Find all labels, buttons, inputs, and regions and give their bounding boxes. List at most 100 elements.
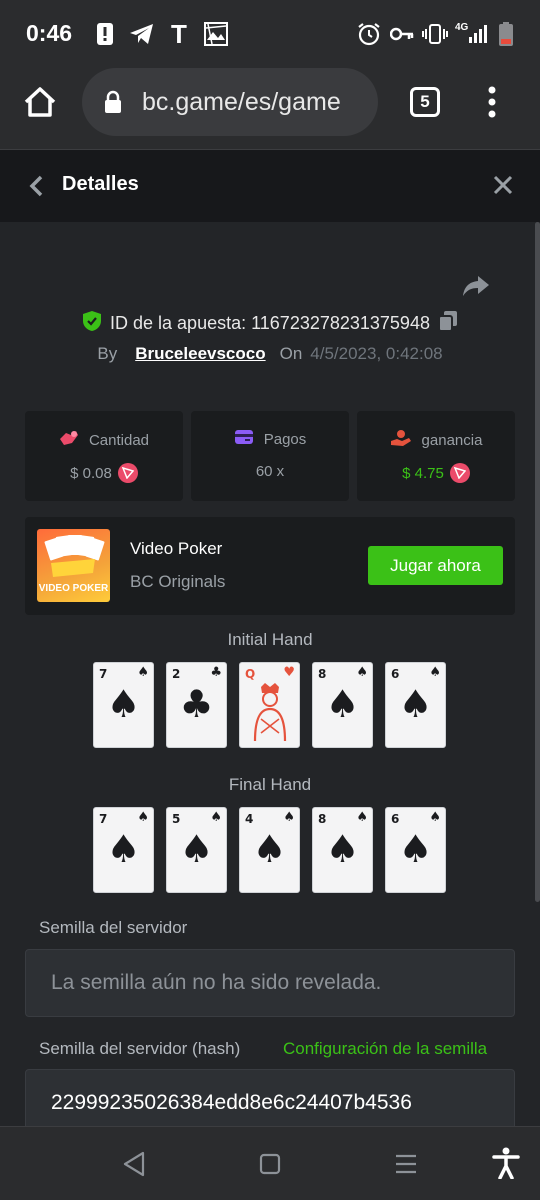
card-rank: 6	[391, 812, 400, 826]
card-suit-center: ♠	[252, 827, 287, 871]
playing-card: 2 ♣ ♣	[166, 662, 227, 748]
network-label: 4G	[455, 22, 469, 33]
card-rank: 8	[318, 667, 327, 681]
card-suit-center: ♠	[398, 682, 433, 726]
card-suit-corner: ♠	[210, 810, 222, 825]
card-suit-corner: ♠	[356, 665, 368, 680]
system-nav-bar	[0, 1126, 540, 1200]
card-rank: 4	[245, 812, 254, 826]
server-seed-hash-field[interactable]: 22999235026384edd8e6c24407b4536	[25, 1069, 515, 1126]
game-card: VIDEO POKER Video Poker BC Originals Jug…	[25, 517, 515, 615]
server-seed-label: Semilla del servidor	[39, 918, 188, 937]
details-header: Detalles	[0, 150, 540, 222]
battery-icon	[498, 20, 514, 48]
share-icon[interactable]	[462, 274, 490, 298]
card-suit-center: ♠	[106, 827, 141, 871]
stat-value: 60 x	[255, 463, 285, 480]
details-content: ID de la apuesta: 116723278231375948 By …	[0, 222, 540, 1126]
playing-card: Q ♥	[239, 662, 300, 748]
telegram-icon	[128, 20, 156, 48]
alarm-icon	[357, 20, 381, 48]
home-icon[interactable]	[22, 84, 58, 120]
playing-card: 8 ♠ ♠	[312, 662, 373, 748]
card-rank: 7	[99, 812, 108, 826]
card-suit-center: ♣	[179, 682, 214, 726]
stat-value: $ 0.08	[70, 464, 112, 482]
play-now-button[interactable]: Jugar ahora	[368, 546, 503, 585]
queen-face-icon	[253, 683, 287, 742]
ganancia-icon	[390, 429, 412, 451]
url-text[interactable]: bc.game/es/game	[142, 88, 372, 117]
bet-datetime: 4/5/2023, 0:42:08	[310, 344, 443, 363]
playing-card: 4 ♠ ♠	[239, 807, 300, 893]
status-bar: 0:46 T 4G	[0, 0, 540, 66]
playing-card: 7 ♠ ♠	[93, 807, 154, 893]
game-name: Video Poker	[130, 539, 223, 558]
server-seed-field[interactable]: La semilla aún no ha sido revelada.	[25, 949, 515, 1017]
card-suit-corner: ♠	[137, 665, 149, 680]
t-icon: T	[171, 18, 187, 49]
card-suit-corner: ♠	[429, 665, 441, 680]
close-icon[interactable]	[492, 174, 514, 196]
trx-coin-icon	[449, 463, 470, 483]
server-seed-hash-label: Semilla del servidor (hash)	[39, 1039, 241, 1058]
card-suit-corner: ♠	[137, 810, 149, 825]
accessibility-icon[interactable]	[492, 1147, 520, 1184]
lock-icon	[104, 90, 122, 119]
by-label: By	[97, 344, 118, 363]
vibrate-icon	[422, 20, 448, 48]
status-time: 0:46	[26, 20, 73, 46]
verified-shield-icon	[82, 310, 102, 337]
bet-id-row: ID de la apuesta: 116723278231375948	[0, 310, 540, 337]
stat-card-ganancia: ganancia $ 4.75	[357, 411, 515, 501]
card-suit-center: ♠	[106, 682, 141, 726]
signal-icon: 4G	[455, 20, 491, 48]
game-provider: BC Originals	[130, 572, 226, 591]
seed-config-link[interactable]: Configuración de la semilla	[283, 1039, 487, 1059]
back-chevron-icon[interactable]	[26, 174, 48, 198]
back-nav-icon[interactable]	[122, 1151, 146, 1182]
card-rank: 5	[172, 812, 181, 826]
card-suit-center: ♠	[325, 827, 360, 871]
stat-label: Cantidad	[88, 431, 150, 449]
initial-hand-cards: 7 ♠ ♠ 2 ♣ ♣ Q ♥ 8 ♠ ♠ 6 ♠ ♠	[93, 662, 447, 748]
final-hand-cards: 7 ♠ ♠ 5 ♠ ♠ 4 ♠ ♠ 8 ♠ ♠ 6 ♠ ♠	[93, 807, 447, 893]
stat-card-cantidad: Cantidad $ 0.08	[25, 411, 183, 501]
browser-toolbar: bc.game/es/game 5	[0, 66, 540, 150]
alert-icon	[95, 20, 115, 48]
stat-card-pagos: Pagos 60 x	[191, 411, 349, 501]
initial-hand-label: Initial Hand	[227, 630, 313, 649]
card-suit-corner: ♠	[429, 810, 441, 825]
playing-card: 6 ♠ ♠	[385, 807, 446, 893]
video-poker-thumbnail[interactable]: VIDEO POKER	[37, 529, 110, 602]
stat-value: $ 4.75	[402, 464, 444, 482]
card-suit-corner: ♠	[356, 810, 368, 825]
copy-icon[interactable]	[437, 310, 458, 337]
card-suit-center: ♠	[179, 827, 214, 871]
bet-id: ID de la apuesta: 116723278231375948	[110, 313, 430, 333]
username-link[interactable]: Bruceleevscoco	[135, 344, 265, 364]
tab-switcher-button[interactable]: 5	[410, 87, 440, 117]
on-label: On	[279, 344, 303, 363]
playing-card: 6 ♠ ♠	[385, 662, 446, 748]
card-rank: 2	[172, 667, 181, 681]
server-seed-value: La semilla aún no ha sido revelada.	[51, 971, 382, 994]
card-rank: 7	[99, 667, 108, 681]
address-bar[interactable]: bc.game/es/game	[82, 68, 378, 136]
cantidad-icon	[59, 429, 79, 451]
card-rank: Q	[245, 667, 256, 681]
playing-card: 5 ♠ ♠	[166, 807, 227, 893]
final-hand-label: Final Hand	[228, 775, 312, 794]
trx-coin-icon	[117, 463, 138, 483]
recents-nav-icon[interactable]	[394, 1154, 418, 1179]
card-suit-corner: ♠	[283, 810, 295, 825]
stat-label: Pagos	[263, 430, 307, 448]
card-suit-corner: ♥	[283, 665, 295, 680]
server-seed-hash-value: 22999235026384edd8e6c24407b4536	[51, 1091, 412, 1114]
menu-dots-icon[interactable]	[484, 85, 500, 119]
key-icon	[390, 20, 414, 48]
home-nav-icon[interactable]	[259, 1153, 281, 1180]
page-title: Detalles	[62, 173, 139, 195]
scrollbar[interactable]	[535, 222, 540, 902]
photo-icon	[203, 20, 229, 48]
